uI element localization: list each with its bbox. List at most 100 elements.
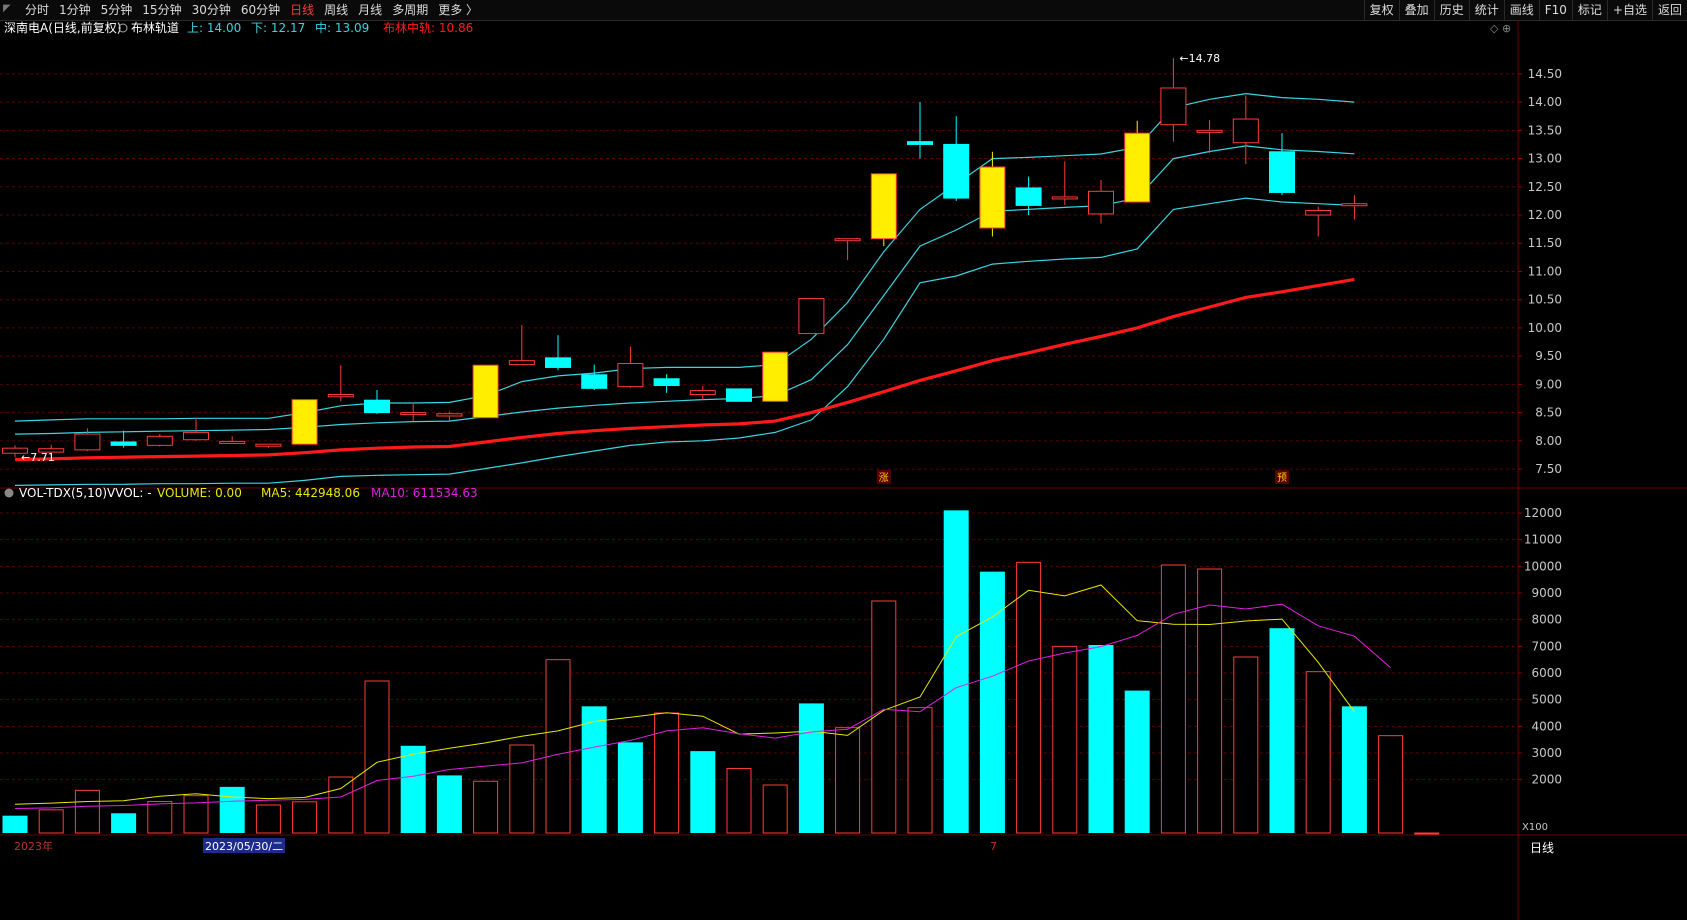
mark-button[interactable]: 标记 (1571, 0, 1607, 20)
candle-body[interactable] (110, 441, 137, 446)
x-axis-label: 7 (990, 840, 997, 853)
volume-bar[interactable] (1088, 645, 1114, 833)
tab-monthly[interactable]: 月线 (353, 0, 387, 20)
volume-bar[interactable] (907, 707, 933, 834)
candle-body[interactable] (943, 143, 970, 199)
volume-bar[interactable] (762, 784, 788, 834)
volume-bar[interactable] (1052, 645, 1078, 834)
add-watchlist-button[interactable]: +自选 (1606, 0, 1652, 20)
tab-weekly[interactable]: 周线 (319, 0, 353, 20)
candle-body[interactable] (798, 298, 825, 335)
draw-button[interactable]: 画线 (1503, 0, 1539, 20)
volume-bar[interactable] (111, 813, 137, 833)
candle-body[interactable] (472, 364, 499, 419)
volume-bar[interactable] (1414, 832, 1440, 835)
volume-bar[interactable] (38, 809, 64, 834)
volume-bar[interactable] (436, 775, 462, 833)
adjust-button[interactable]: 复权 (1363, 0, 1399, 20)
candle-body[interactable] (400, 412, 427, 416)
volume-bar[interactable] (835, 727, 861, 834)
volume-bar[interactable] (473, 780, 499, 834)
tab-30min[interactable]: 30分钟 (187, 0, 236, 20)
volume-bar[interactable] (292, 801, 318, 834)
volume-bar[interactable] (690, 751, 716, 833)
candle-body[interactable] (1015, 187, 1042, 206)
candle-body[interactable] (1269, 151, 1295, 193)
candle-body[interactable] (364, 399, 390, 414)
candle-body[interactable] (1088, 190, 1114, 215)
volume-bar[interactable] (617, 742, 643, 833)
candle-body[interactable] (689, 390, 716, 396)
candle-body[interactable] (1196, 129, 1223, 133)
chart-area[interactable]: 14.50 14.00 13.50 13.00 12.50 12.00 11.50 11.00… (0, 20, 1687, 920)
volume-bar[interactable] (1341, 706, 1367, 833)
volume-bar[interactable] (871, 600, 897, 834)
volume-bar[interactable] (545, 659, 571, 834)
candle-body[interactable] (1232, 118, 1259, 144)
candle-body[interactable] (74, 433, 101, 451)
volume-bar[interactable] (328, 776, 354, 834)
overlay-button[interactable]: 叠加 (1398, 0, 1434, 20)
volume-bar[interactable] (74, 789, 100, 834)
tab-more[interactable]: 更多 〉 (433, 0, 483, 20)
vvol-value: VVOL: - (107, 486, 152, 500)
candle-body[interactable] (1305, 209, 1332, 216)
volume-bar[interactable] (581, 706, 607, 833)
candle-body[interactable] (907, 141, 933, 145)
candle-body[interactable] (183, 431, 209, 441)
tab-daily[interactable]: 日线 (285, 0, 319, 20)
tab-1min[interactable]: 1分钟 (54, 0, 96, 20)
volume-menu-icon[interactable] (4, 488, 14, 498)
candle-body[interactable] (762, 351, 789, 402)
tab-5min[interactable]: 5分钟 (96, 0, 138, 20)
volume-bar[interactable] (1305, 671, 1331, 834)
volume-bar[interactable] (726, 767, 752, 834)
candle-body[interactable] (653, 378, 680, 387)
back-button[interactable]: 返回 (1651, 0, 1687, 20)
candle-body[interactable] (1051, 196, 1078, 200)
candle-body[interactable] (581, 374, 608, 389)
volume-bar[interactable] (1124, 690, 1150, 833)
candle-body[interactable] (255, 443, 282, 447)
volume-bar[interactable] (183, 795, 209, 834)
candle-body[interactable] (219, 440, 246, 444)
volume-bar[interactable] (1160, 564, 1186, 834)
stats-button[interactable]: 统计 (1468, 0, 1504, 20)
tab-60min[interactable]: 60分钟 (236, 0, 285, 20)
f10-button[interactable]: F10 (1538, 0, 1572, 20)
volume-bar[interactable] (943, 510, 969, 833)
volume-bar[interactable] (255, 804, 281, 834)
volume-bar[interactable] (364, 680, 390, 834)
volume-bar[interactable] (1378, 735, 1404, 834)
candle-body[interactable] (436, 413, 463, 417)
candle-body[interactable] (327, 394, 354, 398)
volume-bar[interactable] (509, 744, 535, 834)
candle-body[interactable] (508, 360, 535, 366)
volume-bar[interactable] (400, 745, 426, 833)
candle-body[interactable] (1124, 132, 1151, 203)
candle-body[interactable] (545, 357, 571, 368)
candle-body[interactable] (1160, 87, 1187, 126)
candle-body[interactable] (870, 173, 897, 240)
volume-bar[interactable] (798, 703, 824, 833)
volume-bar[interactable] (1016, 561, 1042, 834)
volume-tick-label: 4000 (1531, 719, 1562, 733)
candle-body[interactable] (726, 388, 752, 402)
candle-body[interactable] (834, 238, 861, 242)
candle-body[interactable] (291, 399, 318, 445)
volume-bar[interactable] (2, 815, 28, 833)
candle-body[interactable] (146, 435, 173, 446)
volume-bar[interactable] (1233, 656, 1259, 834)
volume-bar[interactable] (1269, 628, 1295, 833)
volume-bar[interactable] (219, 786, 245, 833)
candle-body[interactable] (617, 362, 644, 388)
volume-bar[interactable] (1197, 568, 1223, 834)
tab-15min[interactable]: 15分钟 (137, 0, 186, 20)
volume-bar[interactable] (147, 801, 173, 834)
candle-body[interactable] (979, 166, 1006, 229)
tab-multi-period[interactable]: 多周期 (387, 0, 433, 20)
tab-fenshi[interactable]: 分时 (20, 0, 54, 20)
price-tick-label: 9.50 (1535, 349, 1562, 363)
candle-body[interactable] (1341, 203, 1368, 207)
history-button[interactable]: 历史 (1433, 0, 1469, 20)
